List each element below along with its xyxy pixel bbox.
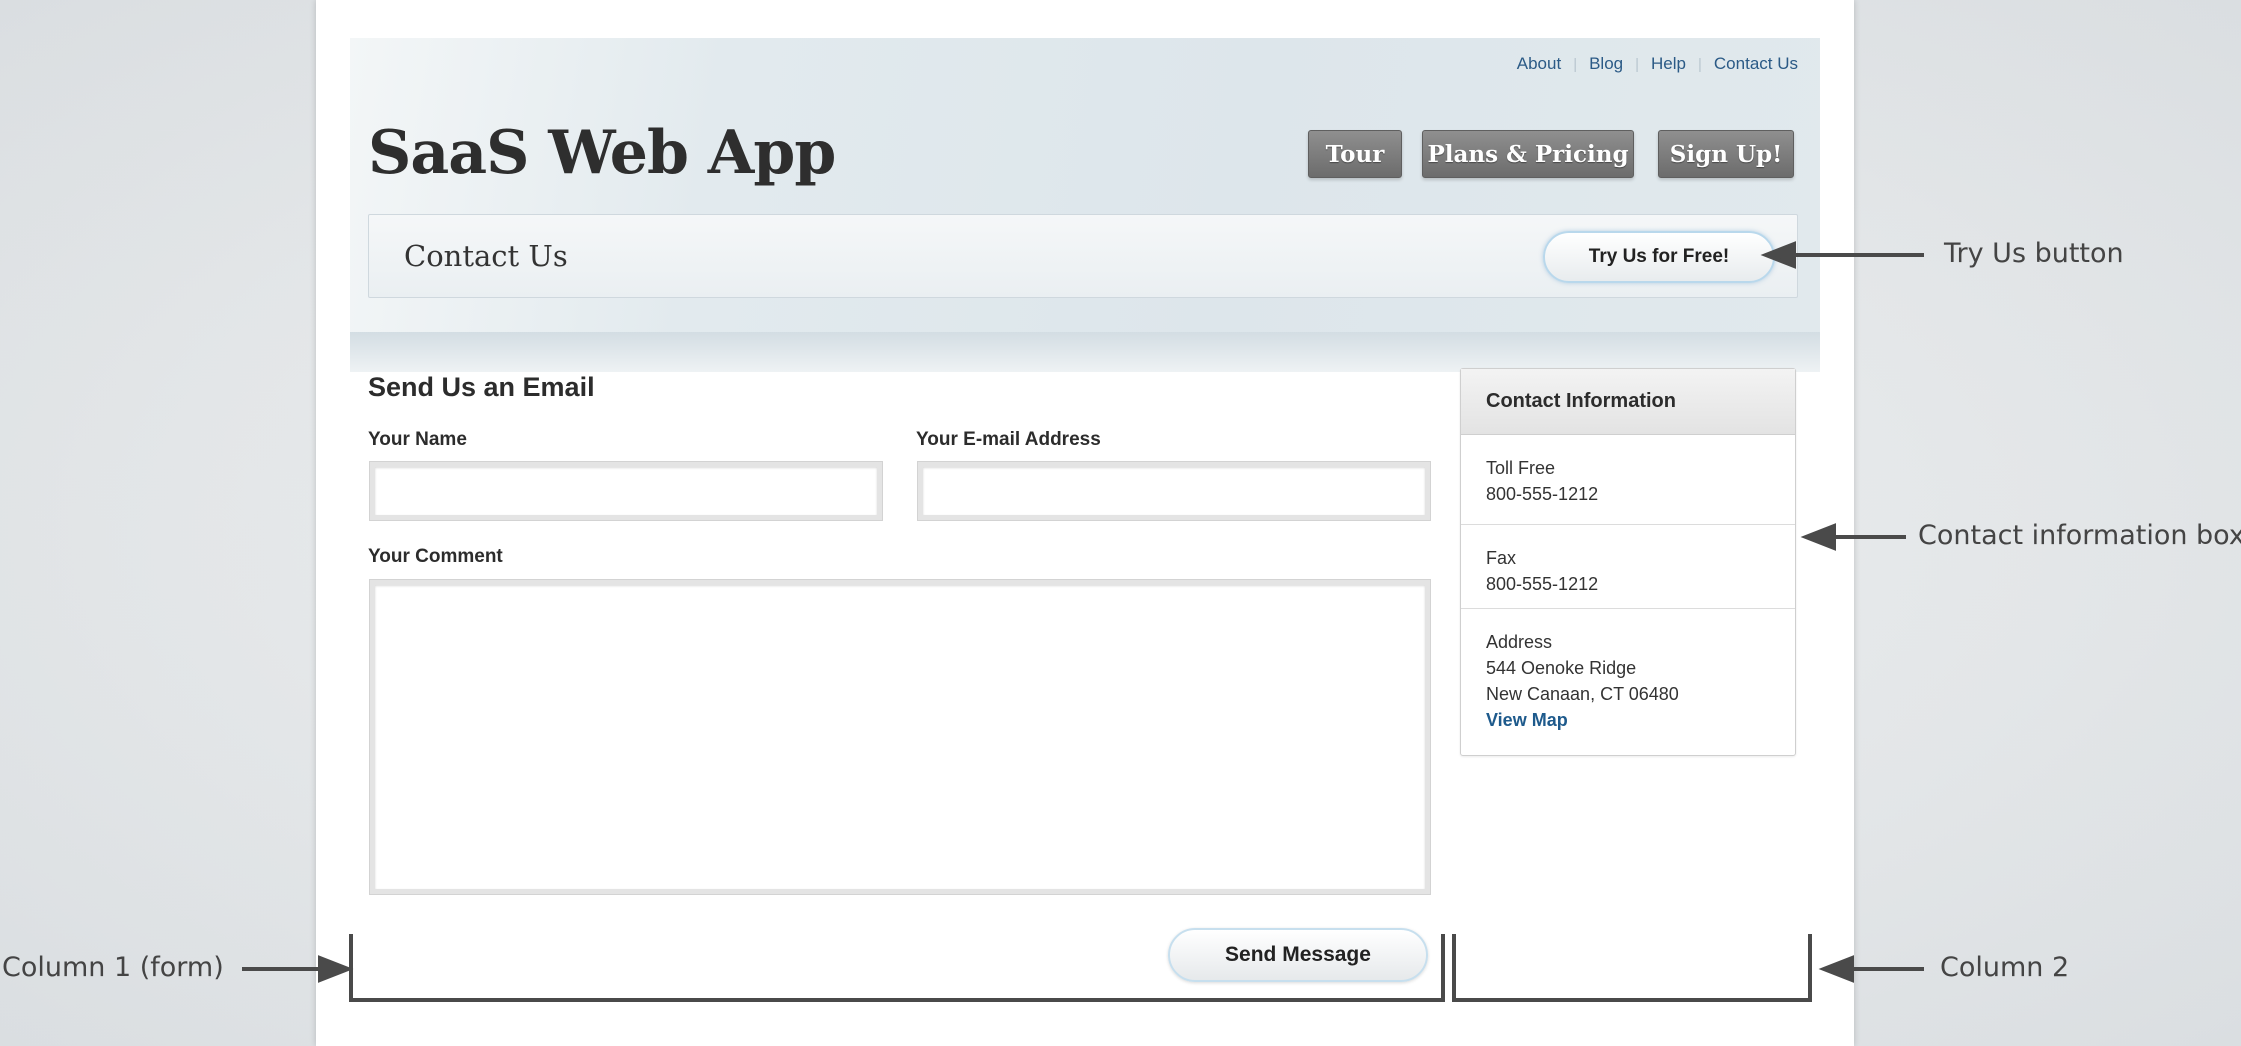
header-shadow — [350, 332, 1820, 372]
app-window: About | Blog | Help | Contact Us SaaS We… — [350, 38, 1820, 1046]
name-field[interactable] — [370, 462, 882, 520]
fax-label: Fax — [1486, 548, 1517, 568]
tour-button[interactable]: Tour — [1308, 130, 1402, 178]
comment-label: Your Comment — [368, 546, 503, 567]
contact-box-annotation: Contact information box — [1918, 520, 2241, 551]
link-blog[interactable]: Blog — [1589, 54, 1623, 74]
column-2-annotation: Column 2 — [1940, 952, 2070, 983]
title-bar: Contact Us Try Us for Free! — [368, 214, 1798, 298]
column-1-annotation: Column 1 (form) — [2, 952, 224, 983]
page-title: Contact Us — [404, 239, 568, 273]
fax-item: Fax 800-555-1212 — [1461, 525, 1795, 609]
link-contact-us[interactable]: Contact Us — [1714, 54, 1798, 74]
contact-information-box: Contact Information Toll Free 800-555-12… — [1460, 368, 1796, 756]
plans-pricing-button[interactable]: Plans & Pricing — [1422, 130, 1634, 178]
link-help[interactable]: Help — [1651, 54, 1686, 74]
view-map-link[interactable]: View Map — [1486, 707, 1770, 733]
separator: | — [1635, 55, 1640, 73]
link-about[interactable]: About — [1517, 54, 1561, 74]
try-us-button[interactable]: Try Us for Free! — [1543, 231, 1775, 283]
toll-free-item: Toll Free 800-555-1212 — [1461, 435, 1795, 525]
sign-up-button[interactable]: Sign Up! — [1658, 130, 1794, 178]
separator: | — [1573, 55, 1578, 73]
toll-free-value: 800-555-1212 — [1486, 484, 1599, 504]
toll-free-label: Toll Free — [1486, 458, 1556, 478]
fax-value: 800-555-1212 — [1486, 574, 1599, 594]
separator: | — [1698, 55, 1702, 73]
site-logo[interactable]: SaaS Web App — [368, 118, 836, 188]
address-line-2: New Canaan, CT 06480 — [1486, 684, 1679, 704]
address-item: Address 544 Oenoke Ridge New Canaan, CT … — [1461, 609, 1795, 733]
site-header: About | Blog | Help | Contact Us SaaS We… — [350, 38, 1820, 332]
name-label: Your Name — [368, 429, 467, 450]
comment-textarea[interactable] — [370, 580, 1430, 894]
email-field[interactable] — [918, 462, 1430, 520]
try-us-annotation: Try Us button — [1944, 238, 2124, 269]
column-2-bracket — [1452, 934, 1812, 1002]
email-label: Your E-mail Address — [916, 429, 1101, 450]
address-label: Address — [1486, 632, 1553, 652]
form-heading: Send Us an Email — [368, 372, 595, 402]
column-1-bracket — [349, 934, 1445, 1002]
top-links: About | Blog | Help | Contact Us — [1517, 54, 1798, 74]
contact-box-heading: Contact Information — [1461, 369, 1795, 435]
address-line-1: 544 Oenoke Ridge — [1486, 658, 1637, 678]
